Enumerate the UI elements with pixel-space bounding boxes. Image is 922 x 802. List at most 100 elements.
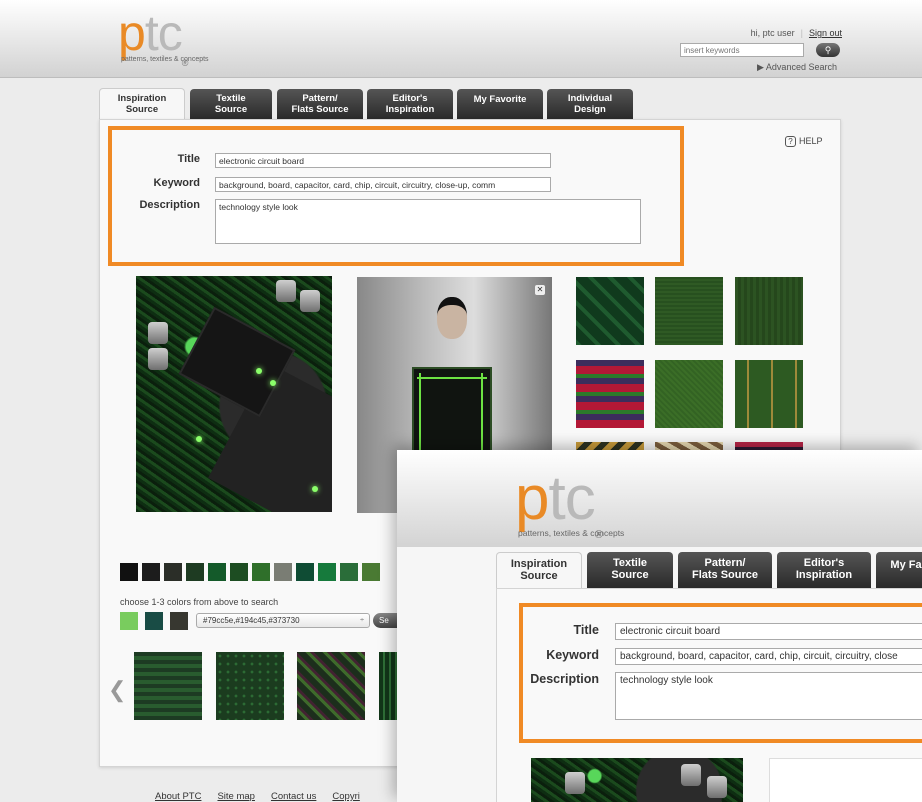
image-detail [276,280,296,302]
form-highlight-box [108,126,684,266]
color-swatch[interactable] [274,563,292,581]
overlay-runway-image [769,758,922,802]
color-swatch[interactable] [362,563,380,581]
textile-thumbnail[interactable] [655,360,723,428]
textile-thumbnail[interactable] [735,360,803,428]
tab-textile-source[interactable]: Textile Source [190,89,272,119]
color-swatch[interactable] [164,563,182,581]
user-greeting: hi, ptc user [750,28,795,38]
search-button[interactable]: ⚲ [816,43,840,57]
tab-label-line2: Source [611,569,649,581]
textile-thumbnail[interactable] [655,277,723,345]
ptc-logo[interactable]: ptc® patterns, textiles & concepts [118,5,209,68]
logo-p: p [515,464,549,533]
image-detail [256,368,262,374]
overlay-keyword-input[interactable]: background, board, capacitor, card, chip… [615,648,922,665]
footer-links: About PTC Site map Contact us Copyri [155,791,376,802]
logo-p: p [118,5,146,61]
tab-label-line1: Individual [567,93,613,104]
color-swatch[interactable] [120,563,138,581]
tab-label-line2: Design [574,104,606,115]
select-arrows-icon: ÷ [360,617,364,624]
color-swatch[interactable] [296,563,314,581]
color-select-value: #79cc5e,#194c45,#373730 [203,616,300,625]
textile-thumbnail[interactable] [576,277,644,345]
tab-label-line1: Pattern/ [302,93,338,104]
image-detail [437,297,467,339]
logo-wordmark: ptc® [515,468,624,542]
tab-individual-design[interactable]: Individual Design [547,89,633,119]
description-label: Description [139,199,200,211]
footer-link-contact[interactable]: Contact us [271,791,316,802]
tab-label-line1: Editor's [803,557,845,569]
close-icon[interactable]: ✕ [535,285,545,295]
textile-thumbnail[interactable] [576,360,644,428]
keyword-search-input[interactable] [680,43,804,57]
tab-label-line2: Flats Source [691,569,759,581]
color-swatch[interactable] [318,563,336,581]
color-swatch[interactable] [208,563,226,581]
result-thumbnail[interactable] [216,652,284,720]
color-swatch[interactable] [142,563,160,581]
footer-link-about[interactable]: About PTC [155,791,201,802]
color-select[interactable]: #79cc5e,#194c45,#373730 ÷ [196,613,370,628]
overlay-tab-editors-inspiration[interactable]: Editor's Inspiration [777,552,871,588]
result-thumbnail[interactable] [297,652,365,720]
selected-color-swatch[interactable] [170,612,188,630]
image-detail [300,290,320,312]
footer-link-copyright[interactable]: Copyri [332,791,359,802]
footer-link-site-map[interactable]: Site map [217,791,255,802]
tab-label-line2: Source [520,570,558,582]
title-label: Title [177,153,200,165]
color-swatch[interactable] [186,563,204,581]
tab-pattern-flats-source[interactable]: Pattern/Flats Source [277,89,363,119]
overlay-tab-textile-source[interactable]: Textile Source [587,552,673,588]
textile-thumbnail[interactable] [735,277,803,345]
logo-tc: tc [548,464,595,533]
overlay-tab-my-favorite[interactable]: My Fa [876,552,922,588]
overlay-ptc-logo[interactable]: ptc® patterns, textiles & concepts [515,468,625,542]
tab-label-line2: Inspiration [385,104,435,115]
color-swatch[interactable] [230,563,248,581]
image-detail [148,348,168,370]
overlay-description-textarea[interactable]: technology style look [615,672,922,720]
help-link[interactable]: ? HELP [785,136,823,147]
tab-label-line2: Inspiration [795,569,853,581]
logo-registered-mark: ® [181,58,189,68]
tab-label-line1: Inspiration [510,558,568,570]
result-thumbnail[interactable] [134,652,202,720]
carousel-prev-icon[interactable]: ❮ [108,677,126,703]
keyword-input[interactable]: background, board, capacitor, card, chip… [215,177,551,192]
overlay-tab-inspiration-source[interactable]: Inspiration Source [496,552,582,588]
header-search: ⚲ [680,43,840,57]
keyword-label: Keyword [153,177,200,189]
tab-label-line1: My Fa [890,559,922,571]
tab-label-line2: Source [214,104,248,115]
image-detail [148,322,168,344]
color-swatch[interactable] [252,563,270,581]
tab-label-line1: Editor's [392,93,428,104]
tab-label-line1: Inspiration [117,93,167,104]
image-detail [196,436,202,442]
sign-out-link[interactable]: Sign out [809,28,842,38]
tab-label-line1: Textile [216,93,246,104]
help-icon: ? [785,136,796,147]
tab-editors-inspiration[interactable]: Editor's Inspiration [367,89,453,119]
overlay-tab-pattern-flats-source[interactable]: Pattern/Flats Source [678,552,772,588]
tab-my-favorite[interactable]: My Favorite [457,89,543,119]
overlay-title-input[interactable]: electronic circuit board [615,623,922,640]
logo-tagline: patterns, textiles & concepts [518,528,625,538]
tab-inspiration-source[interactable]: Inspiration Source [99,88,185,120]
tab-label-line1: Textile [612,557,648,569]
overlay-keyword-label: Keyword [546,648,599,662]
color-swatch[interactable] [340,563,358,581]
user-separator: | [800,28,803,38]
search-icon: ⚲ [824,45,832,55]
title-input[interactable]: electronic circuit board [215,153,551,168]
user-area: hi, ptc user | Sign out [751,28,842,38]
description-textarea[interactable]: technology style look [215,199,641,244]
advanced-search-link[interactable]: ▶ Advanced Search [757,62,837,73]
selected-color-swatch[interactable] [145,612,163,630]
image-detail [565,772,585,794]
selected-color-swatch[interactable] [120,612,138,630]
